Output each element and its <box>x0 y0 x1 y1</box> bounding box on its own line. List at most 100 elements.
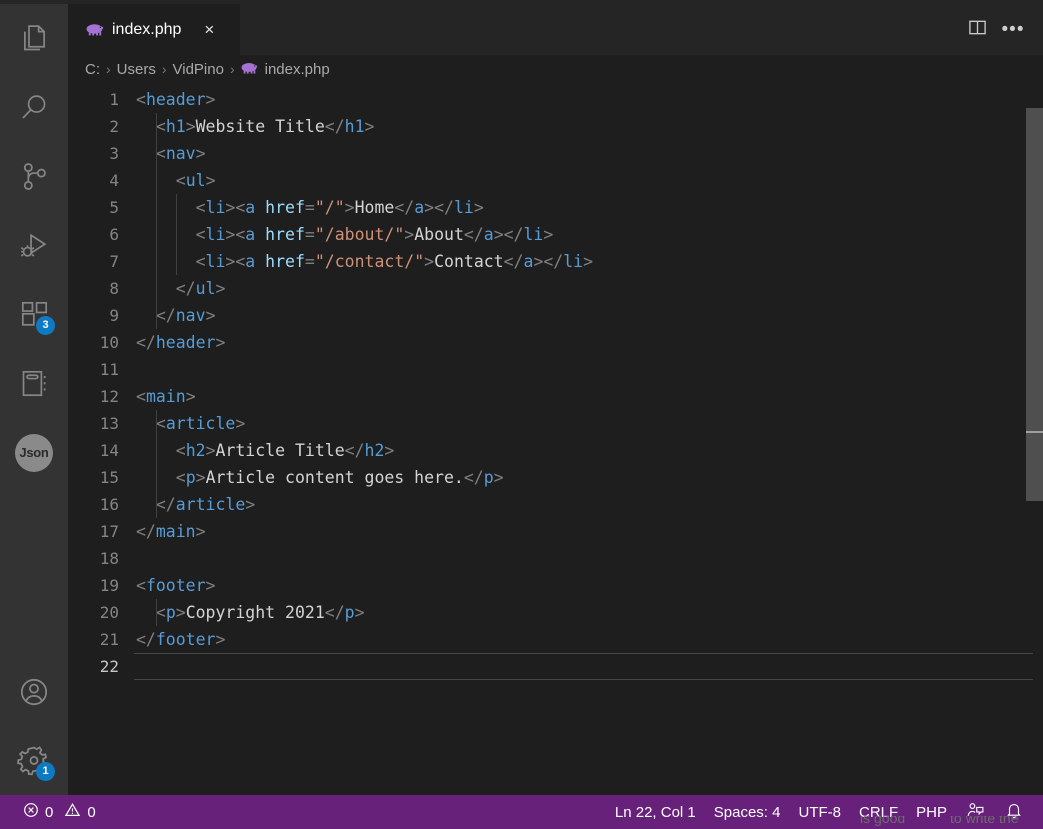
token-punc: > <box>195 468 206 487</box>
split-editor-button[interactable] <box>961 14 993 46</box>
code-line[interactable]: <ul> <box>134 167 1043 194</box>
token-tag: nav <box>175 306 206 325</box>
notifications-button[interactable] <box>995 795 1033 829</box>
breadcrumb-item-file[interactable]: index.php <box>241 61 330 78</box>
token-punc: >< <box>225 225 246 244</box>
language-mode[interactable]: PHP <box>907 795 956 829</box>
code-line[interactable]: <p>Article content goes here.</p> <box>134 464 1043 491</box>
editor-vertical-scrollbar[interactable] <box>1023 83 1043 795</box>
token-tag: h1 <box>344 117 365 136</box>
activity-bar-top-group: 3 Json <box>0 4 68 487</box>
line-number: 16 <box>99 495 119 514</box>
sidebar-item-search[interactable] <box>0 73 68 142</box>
cursor-position[interactable]: Ln 22, Col 1 <box>606 795 705 829</box>
code-line[interactable]: <article> <box>134 410 1043 437</box>
indentation-setting[interactable]: Spaces: 4 <box>705 795 790 829</box>
token-text: Article Title <box>215 441 345 460</box>
sidebar-item-explorer[interactable] <box>0 4 68 73</box>
code-line[interactable]: <h1>Website Title</h1> <box>134 113 1043 140</box>
token-tag: header <box>155 333 216 352</box>
token-tag: li <box>205 198 226 217</box>
breadcrumb-item-0[interactable]: C: <box>85 61 100 78</box>
token-punc: < <box>195 252 206 271</box>
code-line[interactable]: <header> <box>134 86 1043 113</box>
code-line[interactable]: <nav> <box>134 140 1043 167</box>
more-actions-button[interactable]: ••• <box>997 14 1029 46</box>
token-tag: a <box>245 225 256 244</box>
sidebar-item-run-debug[interactable] <box>0 211 68 280</box>
code-line[interactable]: <p>Copyright 2021</p> <box>134 599 1043 626</box>
code-content[interactable]: <header> <h1>Website Title</h1> <nav> <u… <box>134 83 1043 795</box>
code-editor[interactable]: 1 2 3 4 5 6 7 8 9 10 11 12 13 14 15 16 17 18 19 20 21 22 <hea… <box>68 83 1043 795</box>
token-punc: </ <box>463 468 484 487</box>
code-line[interactable] <box>134 356 1043 383</box>
sidebar-item-extensions[interactable]: 3 <box>0 280 68 349</box>
sidebar-item-source-control[interactable] <box>0 142 68 211</box>
line-number: 14 <box>99 441 119 460</box>
breadcrumb-separator: › <box>161 61 167 77</box>
token-punc: < <box>175 441 186 460</box>
token-text: Contact <box>434 252 504 271</box>
code-line[interactable]: <main> <box>134 383 1043 410</box>
ellipsis-icon: ••• <box>1001 18 1025 40</box>
code-line[interactable]: </footer> <box>134 626 1043 653</box>
code-line[interactable]: <li><a href="/about/">About</a></li> <box>134 221 1043 248</box>
encoding-setting[interactable]: UTF-8 <box>789 795 850 829</box>
code-line[interactable] <box>134 653 1033 680</box>
token-text: Website Title <box>195 117 325 136</box>
code-line[interactable] <box>134 545 1043 572</box>
editor-group: index.php × ••• C: › Users › VidPino › i… <box>68 4 1043 795</box>
code-line[interactable]: </article> <box>134 491 1043 518</box>
token-tag: header <box>145 90 206 109</box>
code-line[interactable]: <li><a href="/">Home</a></li> <box>134 194 1043 221</box>
settings-button[interactable]: 1 <box>0 726 68 795</box>
feedback-button[interactable] <box>956 795 995 829</box>
token-tag: li <box>205 225 226 244</box>
token-str: "/" <box>314 198 345 217</box>
line-number: 15 <box>99 468 119 487</box>
eol-setting[interactable]: CRLF <box>850 795 907 829</box>
line-number: 19 <box>99 576 119 595</box>
token-punc: > <box>205 576 216 595</box>
token-text: Home <box>354 198 395 217</box>
token-punc: >< <box>225 252 246 271</box>
problems-status[interactable]: 0 0 <box>14 795 105 829</box>
token-punc: > <box>215 333 226 352</box>
split-editor-icon <box>968 18 987 42</box>
token-punc: </ <box>503 252 524 271</box>
code-line[interactable]: </nav> <box>134 302 1043 329</box>
code-line[interactable]: </main> <box>134 518 1043 545</box>
tab-index-php[interactable]: index.php × <box>68 4 240 55</box>
token-punc: > <box>245 495 256 514</box>
sidebar-item-notebook[interactable] <box>0 349 68 418</box>
breadcrumb-item-2[interactable]: VidPino <box>173 61 224 78</box>
token-punc: </ <box>136 630 156 649</box>
token-punc: > <box>364 117 375 136</box>
line-number: 6 <box>109 225 119 244</box>
code-line[interactable]: <footer> <box>134 572 1043 599</box>
token-str: "/contact/" <box>314 252 425 271</box>
accounts-button[interactable] <box>0 657 68 726</box>
token-tag: h2 <box>364 441 385 460</box>
token-tag: a <box>483 225 494 244</box>
code-line[interactable]: </ul> <box>134 275 1043 302</box>
code-line[interactable]: </header> <box>134 329 1043 356</box>
sidebar-item-json[interactable]: Json <box>0 418 68 487</box>
breadcrumb-item-1[interactable]: Users <box>117 61 156 78</box>
token-punc: > <box>195 144 206 163</box>
feedback-person-icon <box>966 801 985 823</box>
token-punc: > <box>384 441 395 460</box>
code-line[interactable]: <h2>Article Title</h2> <box>134 437 1043 464</box>
code-line[interactable]: <li><a href="/contact/">Contact</a></li> <box>134 248 1043 275</box>
close-icon[interactable]: × <box>199 21 219 38</box>
token-punc: < <box>155 117 166 136</box>
scrollbar-thumb[interactable] <box>1026 108 1043 501</box>
token-punc: > <box>493 468 504 487</box>
line-number: 7 <box>109 252 119 271</box>
token-tag: main <box>155 522 196 541</box>
